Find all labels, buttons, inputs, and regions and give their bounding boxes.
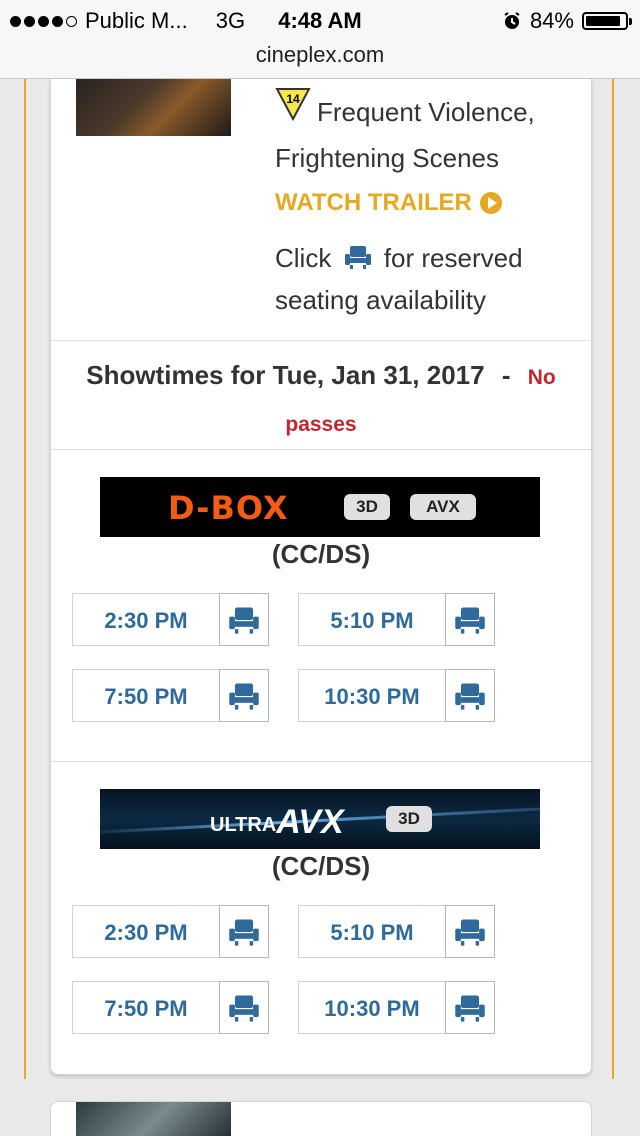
right-accent-rail [612,79,614,1079]
showtime-button[interactable]: 10:30 PM [298,669,446,722]
showtime-button[interactable]: 5:10 PM [298,905,446,958]
alarm-icon [504,12,520,29]
showtimes-separator: - [501,360,511,390]
seat-icon [229,683,259,710]
advisory-text: Frequent Violence, Frightening Scenes [275,97,535,174]
dbox-3d-avx-logo: D-BOX 3D AVX [100,477,540,537]
seat-icon [344,246,371,269]
play-icon [479,192,502,214]
movie-poster[interactable] [76,79,231,136]
3d-badge: 3D [344,494,390,520]
showtime-slot[interactable]: 2:30 PM [72,905,270,960]
showtime-slot[interactable]: 10:30 PM [298,981,496,1036]
reserved-seat-button[interactable] [219,669,269,722]
dbox-logo-text: D-BOX [168,489,289,527]
showtime-slot[interactable]: 5:10 PM [298,905,496,960]
showtime-slot[interactable]: 5:10 PM [298,593,496,648]
svg-text:14: 14 [286,92,300,106]
watch-trailer-link[interactable]: WATCH TRAILER [275,189,502,217]
next-movie-card[interactable] [50,1101,592,1136]
page-content: 14 Frequent Violence, Frightening Scenes… [0,79,640,1136]
reserved-seat-button[interactable] [219,905,269,958]
showtime-slot[interactable]: 10:30 PM [298,669,496,724]
seat-icon [455,607,485,634]
divider [51,340,591,341]
showtime-button[interactable]: 10:30 PM [298,981,446,1034]
showtime-button[interactable]: 2:30 PM [72,905,220,958]
movie-card: 14 Frequent Violence, Frightening Scenes… [50,79,592,1075]
seat-note-before: Click [275,243,332,273]
status-bar: Public M... 3G 4:48 AM 84% [0,0,640,40]
ultraavx-logo-text: ULTRAAVX [210,803,344,841]
reserved-seat-button[interactable] [219,981,269,1034]
rating-14-icon: 14 [275,87,311,133]
format-label: (CC/DS) [271,851,371,881]
reserved-seating-note: Click for reserved seating availability [275,237,575,321]
divider [51,761,591,762]
reserved-seat-button[interactable] [445,593,495,646]
3d-badge: 3D [386,806,432,832]
showtime-slot[interactable]: 7:50 PM [72,981,270,1036]
reserved-seat-button[interactable] [445,981,495,1034]
url-text: cineplex.com [255,42,385,67]
reserved-seat-button[interactable] [445,905,495,958]
seat-icon [455,995,485,1022]
showtime-button[interactable]: 5:10 PM [298,593,446,646]
left-accent-rail [24,79,26,1079]
showtimes-title: Showtimes for Tue, Jan 31, 2017 [86,360,485,390]
format-label: (CC/DS) [271,539,371,569]
reserved-seat-button[interactable] [219,593,269,646]
ultraavx-3d-logo: ULTRAAVX 3D [100,789,540,849]
rating-advisory: 14 Frequent Violence, Frightening Scenes [275,88,575,179]
reserved-seat-button[interactable] [445,669,495,722]
avx-badge: AVX [410,494,476,520]
showtime-button[interactable]: 2:30 PM [72,593,220,646]
showtime-slot[interactable]: 2:30 PM [72,593,270,648]
seat-icon [455,919,485,946]
battery-icon [582,12,632,30]
seat-icon [229,995,259,1022]
status-right: 84% [502,8,632,34]
watch-trailer-label: WATCH TRAILER [275,189,472,216]
seat-icon [229,919,259,946]
showtime-button[interactable]: 7:50 PM [72,669,220,722]
showtime-slot[interactable]: 7:50 PM [72,669,270,724]
next-movie-poster[interactable] [76,1102,231,1136]
showtime-button[interactable]: 7:50 PM [72,981,220,1034]
showtimes-heading: Showtimes for Tue, Jan 31, 2017 - No pas… [51,353,591,447]
seat-icon [455,683,485,710]
battery-percent: 84% [529,8,574,33]
divider [51,449,591,450]
seat-icon [229,607,259,634]
url-bar[interactable]: cineplex.com [0,40,640,79]
